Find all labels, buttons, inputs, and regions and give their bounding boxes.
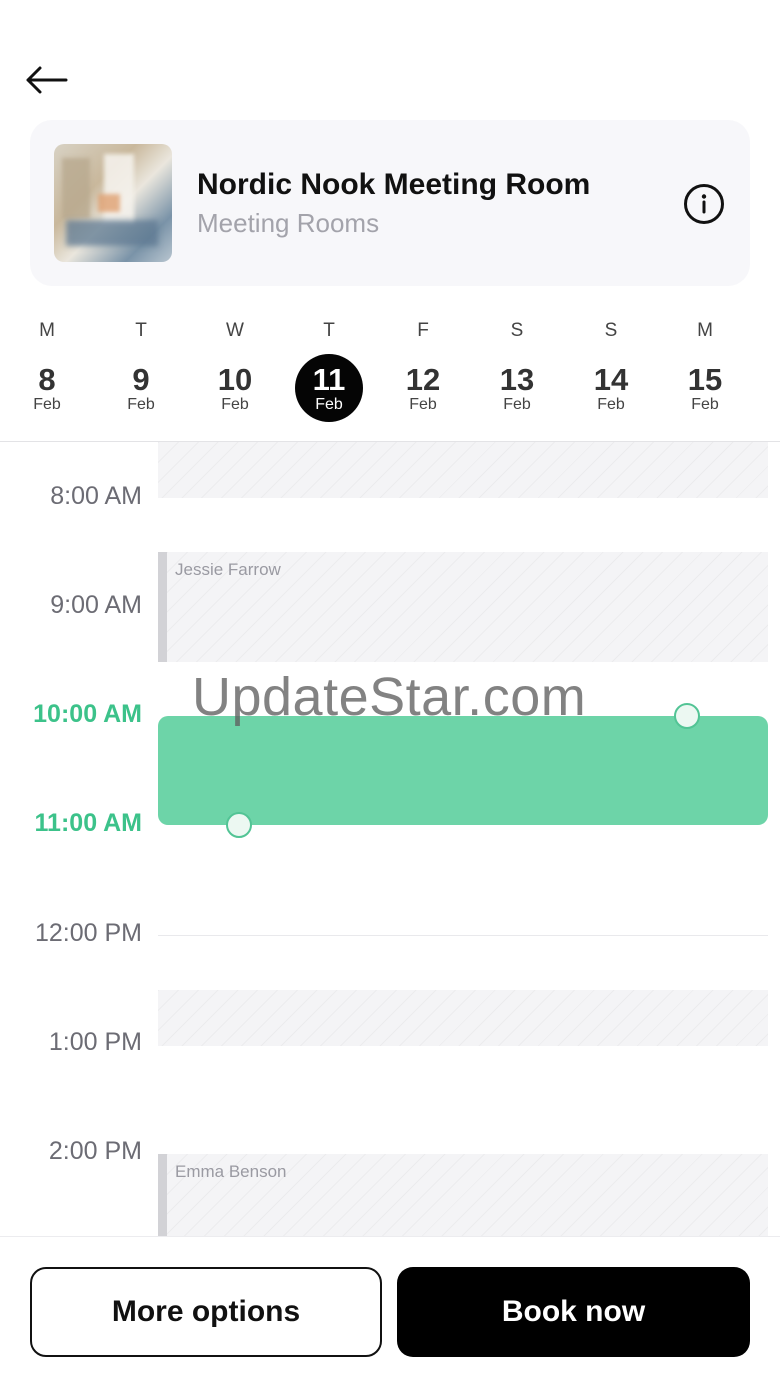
day-of-week: S [604,320,618,341]
day-14[interactable]: S 14 Feb [576,318,646,430]
resize-handle-end[interactable] [226,812,252,838]
info-circle-icon [684,184,724,224]
event-organizer: Jessie Farrow [175,560,281,579]
day-11-selected[interactable]: T 11 Feb [294,318,364,430]
day-month: Feb [691,396,719,413]
action-bar: More options Book now [0,1236,780,1387]
arrow-left-icon [26,66,68,94]
day-number: 14 [593,362,629,397]
watermark: UpdateStar.com [192,667,587,727]
day-month: Feb [221,396,249,413]
room-card[interactable]: Nordic Nook Meeting Room Meeting Rooms [30,120,750,286]
booked-event[interactable]: Emma Benson [158,1154,768,1236]
day-month: Feb [33,396,61,413]
day-number: 15 [687,362,723,397]
room-category: Meeting Rooms [197,208,380,238]
day-number: 13 [499,362,535,397]
day-month: Feb [503,396,531,413]
day-9[interactable]: T 9 Feb [106,318,176,430]
info-button[interactable] [683,183,725,225]
hour-line [158,935,768,936]
back-button[interactable] [22,58,70,102]
booked-event[interactable]: Jessie Farrow [158,552,768,662]
day-10[interactable]: W 10 Feb [200,318,270,430]
selected-time-block[interactable] [158,716,768,825]
day-of-week: F [417,320,429,341]
day-8[interactable]: M 8 Feb [12,318,82,430]
day-number: 9 [132,362,150,397]
room-thumbnail [54,144,172,262]
day-month: Feb [409,396,437,413]
booking-screen: Nordic Nook Meeting Room Meeting Rooms M… [0,0,780,1387]
time-label-selected-end: 11:00 AM [34,809,142,837]
day-12[interactable]: F 12 Feb [388,318,458,430]
more-options-button[interactable]: More options [30,1267,382,1357]
day-number: 10 [217,362,253,397]
event-organizer: Emma Benson [175,1162,287,1181]
resize-handle-start[interactable] [674,703,700,729]
day-of-week: T [323,320,335,341]
time-label: 9:00 AM [50,591,142,619]
unavailable-block [158,990,768,1046]
day-number: 12 [405,362,441,397]
week-day-selector: M 8 Feb T 9 Feb W 10 Feb T 11 Feb F 12 F… [0,318,780,430]
day-month: Feb [127,396,155,413]
time-label: 2:00 PM [48,1137,142,1165]
time-label: 1:00 PM [48,1028,142,1056]
day-of-week: T [135,320,147,341]
day-15[interactable]: M 15 Feb [670,318,740,430]
day-of-week: W [226,320,244,341]
day-month: Feb [597,396,625,413]
day-of-week: S [510,320,524,341]
time-label: 12:00 PM [34,919,142,947]
day-month: Feb [315,396,343,413]
unavailable-block [158,442,768,498]
book-now-button[interactable]: Book now [397,1267,750,1357]
day-13[interactable]: S 13 Feb [482,318,552,430]
day-number: 8 [38,362,56,397]
time-label: 8:00 AM [50,482,142,510]
day-of-week: M [39,320,55,341]
day-schedule[interactable]: Jessie Farrow Emma Benson 8:00 AM 9:00 A… [0,442,780,1236]
day-number: 11 [312,362,346,397]
room-title: Nordic Nook Meeting Room [197,168,591,201]
day-of-week: M [697,320,713,341]
time-label-selected-start: 10:00 AM [33,700,142,728]
